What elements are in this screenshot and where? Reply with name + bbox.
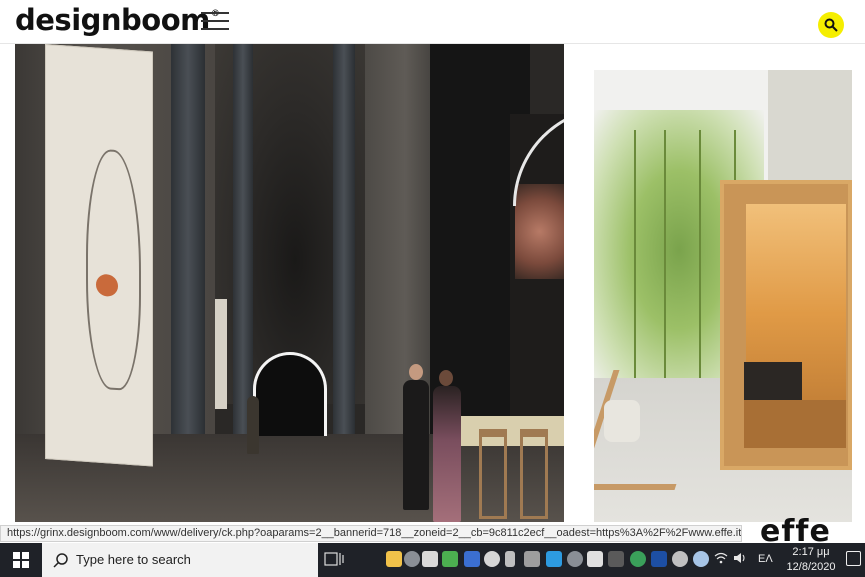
task-view-icon[interactable] [324,550,350,570]
person-man [403,380,429,510]
action-center-icon[interactable] [846,551,861,566]
effe-brand-logo[interactable]: effe [760,514,852,544]
lounge-pillow [604,400,640,442]
app-icon[interactable] [546,551,562,567]
network-icon[interactable] [651,551,667,567]
person-woman-head [439,370,453,386]
advertisement-banner[interactable] [594,70,852,522]
search-icon [824,18,838,32]
hamburger-menu-icon[interactable] [201,12,229,34]
site-header: designboom® [0,0,865,44]
game-icon[interactable] [442,551,458,567]
search-icon [53,553,68,568]
chair [520,429,548,519]
skype-icon[interactable] [567,551,583,567]
usb-icon[interactable] [505,551,515,567]
logo-text: designboom [15,3,210,37]
taskbar-clock[interactable]: 2:17 μμ 12/8/2020 [780,545,842,575]
clock-date: 12/8/2020 [786,561,836,573]
sauna-bench [744,400,846,448]
wall-artwork-small [215,299,227,409]
artwork-red-circle [96,273,118,298]
artwork-figure-outline [86,147,141,392]
globe-icon[interactable] [693,551,709,567]
pillar [333,44,355,444]
browser-page: designboom® effe https://grinx.designboo… [0,0,865,577]
clock-time: 2:17 μμ [792,546,830,558]
search-placeholder: Type here to search [76,552,191,567]
volume-icon[interactable] [733,552,747,567]
wall-artwork-figure [45,44,153,467]
pillar [233,44,253,444]
windows-taskbar: Type here to search ΕΛ 2:17 μμ 12/8/2020 [0,543,865,577]
link-status-url: https://grinx.designboom.com/www/deliver… [0,525,742,542]
chat-icon[interactable] [587,551,603,567]
onedrive-icon[interactable] [484,551,500,567]
search-button[interactable] [818,12,844,38]
sauna-stove [744,362,802,402]
dining-table [460,416,564,446]
media-icon[interactable] [524,551,540,567]
designboom-logo[interactable]: designboom® [15,3,220,37]
taskbar-search-box[interactable]: Type here to search [42,543,318,577]
bamboo-stem [634,130,636,390]
chair [479,429,507,519]
lit-archway [253,352,327,436]
wifi-icon[interactable] [714,552,728,567]
start-button[interactable] [0,543,42,577]
edit-icon[interactable] [672,551,688,567]
hd-icon[interactable] [608,551,624,567]
bamboo-stem [699,130,701,390]
ad-background-wall [768,70,852,190]
article-hero-image[interactable] [15,44,564,522]
bamboo-stem [664,130,666,390]
file-explorer-icon[interactable] [386,551,402,567]
pillar [171,44,205,484]
word-icon[interactable] [464,551,480,567]
shield-icon[interactable] [630,551,646,567]
person-woman [433,386,461,522]
skype-icon[interactable] [404,551,420,567]
security-icon[interactable] [422,551,438,567]
person-visitor-far [247,396,259,454]
windows-logo-icon [13,552,29,568]
language-indicator[interactable]: ΕΛ [758,553,773,565]
person-man-head [409,364,423,380]
